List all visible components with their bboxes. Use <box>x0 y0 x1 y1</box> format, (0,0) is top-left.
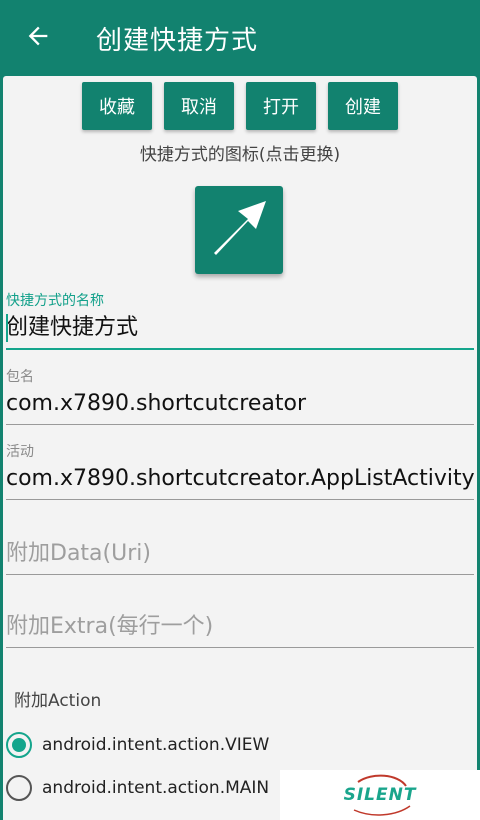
radio-label-view: android.intent.action.VIEW <box>42 735 270 755</box>
activity-label: 活动 <box>6 444 34 460</box>
open-button[interactable]: 打开 <box>246 82 316 130</box>
extra-field[interactable]: 附加Extra(每行一个) <box>6 609 474 648</box>
radio-checked-icon[interactable] <box>6 732 32 758</box>
watermark: SILENT <box>280 770 480 820</box>
arrow-up-right-icon <box>204 193 274 267</box>
extra-input[interactable]: 附加Extra(每行一个) <box>6 609 474 647</box>
data-uri-input[interactable]: 附加Data(Uri) <box>6 536 474 574</box>
radio-label-main: android.intent.action.MAIN <box>42 778 270 798</box>
action-group-title: 附加Action <box>14 691 102 711</box>
shortcut-name-value[interactable]: 创建快捷方式 <box>6 310 474 348</box>
icon-caption: 快捷方式的图标(点击更换) <box>139 145 341 165</box>
text-cursor <box>6 314 8 342</box>
radio-option-view[interactable]: android.intent.action.VIEW <box>6 725 269 765</box>
cancel-button[interactable]: 取消 <box>164 82 234 130</box>
shortcut-name-label: 快捷方式的名称 <box>6 293 104 309</box>
watermark-text: SILENT <box>343 785 417 805</box>
content-card: 收藏 取消 打开 创建 快捷方式的图标(点击更换) 快捷方式的名称 创建快捷方式… <box>3 76 477 820</box>
package-field[interactable]: 包名 com.x7890.shortcutcreator <box>6 368 474 425</box>
activity-value[interactable]: com.x7890.shortcutcreator.AppListActivit… <box>6 461 474 499</box>
create-button[interactable]: 创建 <box>328 82 398 130</box>
field-underline <box>6 647 474 648</box>
favorite-button[interactable]: 收藏 <box>82 82 152 130</box>
field-underline <box>6 424 474 425</box>
arrow-left-icon <box>24 22 52 54</box>
data-uri-field[interactable]: 附加Data(Uri) <box>6 536 474 575</box>
radio-unchecked-icon[interactable] <box>6 775 32 801</box>
package-value[interactable]: com.x7890.shortcutcreator <box>6 386 474 424</box>
radio-option-main[interactable]: android.intent.action.MAIN <box>6 768 269 808</box>
field-underline <box>6 348 474 350</box>
package-label: 包名 <box>6 369 34 385</box>
activity-field[interactable]: 活动 com.x7890.shortcutcreator.AppListActi… <box>6 443 474 500</box>
shortcut-name-field[interactable]: 快捷方式的名称 创建快捷方式 <box>6 292 474 350</box>
back-button[interactable] <box>0 0 76 76</box>
shortcut-icon-button[interactable] <box>195 186 283 274</box>
page-title: 创建快捷方式 <box>96 25 259 56</box>
action-button-row: 收藏 取消 打开 创建 <box>3 82 477 130</box>
app-bar: 创建快捷方式 <box>0 0 480 76</box>
field-underline <box>6 574 474 575</box>
field-underline <box>6 499 474 500</box>
